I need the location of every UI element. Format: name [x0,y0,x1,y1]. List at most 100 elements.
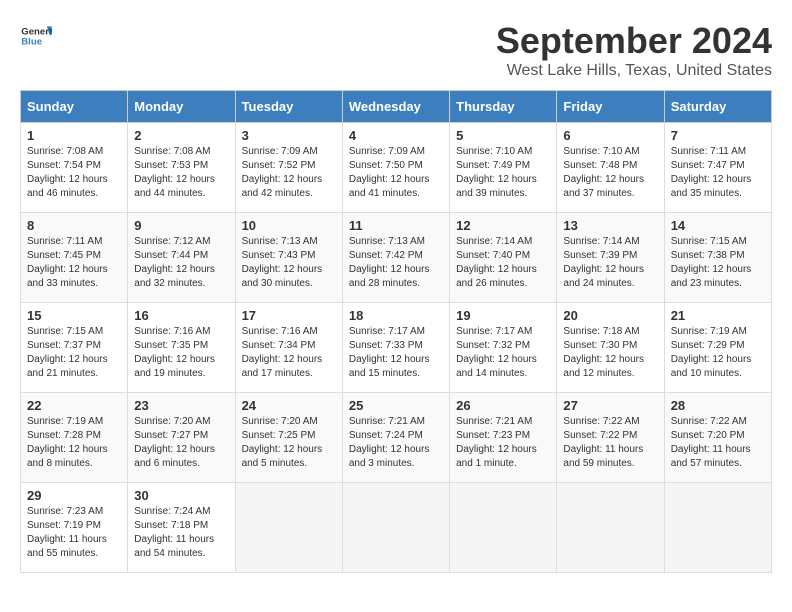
day-info: Sunrise: 7:21 AMSunset: 7:23 PMDaylight:… [456,416,537,469]
day-number: 28 [671,398,765,413]
calendar-cell: 18 Sunrise: 7:17 AMSunset: 7:33 PMDaylig… [342,303,449,393]
day-number: 23 [134,398,228,413]
day-number: 27 [563,398,657,413]
day-info: Sunrise: 7:17 AMSunset: 7:33 PMDaylight:… [349,326,430,379]
day-number: 5 [456,128,550,143]
day-number: 10 [242,218,336,233]
day-number: 11 [349,218,443,233]
day-number: 15 [27,308,121,323]
day-number: 30 [134,488,228,503]
day-info: Sunrise: 7:20 AMSunset: 7:27 PMDaylight:… [134,416,215,469]
calendar-cell [664,483,771,573]
day-info: Sunrise: 7:16 AMSunset: 7:34 PMDaylight:… [242,326,323,379]
day-info: Sunrise: 7:19 AMSunset: 7:29 PMDaylight:… [671,326,752,379]
calendar-cell: 4 Sunrise: 7:09 AMSunset: 7:50 PMDayligh… [342,123,449,213]
day-number: 1 [27,128,121,143]
page-header: General Blue September 2024 West Lake Hi… [20,20,772,80]
day-number: 29 [27,488,121,503]
calendar-cell: 9 Sunrise: 7:12 AMSunset: 7:44 PMDayligh… [128,213,235,303]
calendar-cell: 20 Sunrise: 7:18 AMSunset: 7:30 PMDaylig… [557,303,664,393]
calendar-cell: 14 Sunrise: 7:15 AMSunset: 7:38 PMDaylig… [664,213,771,303]
day-info: Sunrise: 7:11 AMSunset: 7:45 PMDaylight:… [27,236,108,289]
header-wednesday: Wednesday [342,91,449,123]
day-info: Sunrise: 7:15 AMSunset: 7:38 PMDaylight:… [671,236,752,289]
calendar-title: September 2024 [496,20,772,62]
day-info: Sunrise: 7:24 AMSunset: 7:18 PMDaylight:… [134,506,214,559]
day-number: 13 [563,218,657,233]
calendar-cell [235,483,342,573]
calendar-cell: 6 Sunrise: 7:10 AMSunset: 7:48 PMDayligh… [557,123,664,213]
day-info: Sunrise: 7:08 AMSunset: 7:53 PMDaylight:… [134,146,215,199]
header-row: Sunday Monday Tuesday Wednesday Thursday… [21,91,772,123]
day-info: Sunrise: 7:22 AMSunset: 7:22 PMDaylight:… [563,416,643,469]
day-number: 22 [27,398,121,413]
calendar-row-2: 8 Sunrise: 7:11 AMSunset: 7:45 PMDayligh… [21,213,772,303]
day-number: 19 [456,308,550,323]
calendar-cell: 27 Sunrise: 7:22 AMSunset: 7:22 PMDaylig… [557,393,664,483]
calendar-cell: 26 Sunrise: 7:21 AMSunset: 7:23 PMDaylig… [450,393,557,483]
calendar-cell [557,483,664,573]
day-info: Sunrise: 7:18 AMSunset: 7:30 PMDaylight:… [563,326,644,379]
day-info: Sunrise: 7:11 AMSunset: 7:47 PMDaylight:… [671,146,752,199]
day-info: Sunrise: 7:14 AMSunset: 7:39 PMDaylight:… [563,236,644,289]
day-info: Sunrise: 7:16 AMSunset: 7:35 PMDaylight:… [134,326,215,379]
day-number: 25 [349,398,443,413]
calendar-cell: 30 Sunrise: 7:24 AMSunset: 7:18 PMDaylig… [128,483,235,573]
day-info: Sunrise: 7:12 AMSunset: 7:44 PMDaylight:… [134,236,215,289]
header-sunday: Sunday [21,91,128,123]
calendar-cell: 1 Sunrise: 7:08 AMSunset: 7:54 PMDayligh… [21,123,128,213]
day-info: Sunrise: 7:23 AMSunset: 7:19 PMDaylight:… [27,506,107,559]
day-info: Sunrise: 7:10 AMSunset: 7:49 PMDaylight:… [456,146,537,199]
day-info: Sunrise: 7:09 AMSunset: 7:52 PMDaylight:… [242,146,323,199]
calendar-cell: 5 Sunrise: 7:10 AMSunset: 7:49 PMDayligh… [450,123,557,213]
day-info: Sunrise: 7:13 AMSunset: 7:42 PMDaylight:… [349,236,430,289]
day-number: 3 [242,128,336,143]
day-number: 4 [349,128,443,143]
calendar-table: Sunday Monday Tuesday Wednesday Thursday… [20,90,772,573]
calendar-cell: 29 Sunrise: 7:23 AMSunset: 7:19 PMDaylig… [21,483,128,573]
day-info: Sunrise: 7:17 AMSunset: 7:32 PMDaylight:… [456,326,537,379]
day-number: 20 [563,308,657,323]
day-info: Sunrise: 7:13 AMSunset: 7:43 PMDaylight:… [242,236,323,289]
calendar-cell: 11 Sunrise: 7:13 AMSunset: 7:42 PMDaylig… [342,213,449,303]
day-info: Sunrise: 7:21 AMSunset: 7:24 PMDaylight:… [349,416,430,469]
day-number: 17 [242,308,336,323]
calendar-row-5: 29 Sunrise: 7:23 AMSunset: 7:19 PMDaylig… [21,483,772,573]
calendar-cell: 19 Sunrise: 7:17 AMSunset: 7:32 PMDaylig… [450,303,557,393]
calendar-subtitle: West Lake Hills, Texas, United States [496,62,772,80]
logo: General Blue [20,20,52,52]
calendar-cell: 22 Sunrise: 7:19 AMSunset: 7:28 PMDaylig… [21,393,128,483]
calendar-cell: 17 Sunrise: 7:16 AMSunset: 7:34 PMDaylig… [235,303,342,393]
day-number: 14 [671,218,765,233]
day-info: Sunrise: 7:20 AMSunset: 7:25 PMDaylight:… [242,416,323,469]
day-number: 7 [671,128,765,143]
header-friday: Friday [557,91,664,123]
day-number: 18 [349,308,443,323]
day-number: 21 [671,308,765,323]
header-tuesday: Tuesday [235,91,342,123]
calendar-cell: 8 Sunrise: 7:11 AMSunset: 7:45 PMDayligh… [21,213,128,303]
header-monday: Monday [128,91,235,123]
calendar-cell: 2 Sunrise: 7:08 AMSunset: 7:53 PMDayligh… [128,123,235,213]
calendar-cell [450,483,557,573]
day-info: Sunrise: 7:09 AMSunset: 7:50 PMDaylight:… [349,146,430,199]
calendar-cell: 23 Sunrise: 7:20 AMSunset: 7:27 PMDaylig… [128,393,235,483]
calendar-cell: 25 Sunrise: 7:21 AMSunset: 7:24 PMDaylig… [342,393,449,483]
calendar-row-4: 22 Sunrise: 7:19 AMSunset: 7:28 PMDaylig… [21,393,772,483]
calendar-row-1: 1 Sunrise: 7:08 AMSunset: 7:54 PMDayligh… [21,123,772,213]
calendar-cell: 28 Sunrise: 7:22 AMSunset: 7:20 PMDaylig… [664,393,771,483]
day-info: Sunrise: 7:15 AMSunset: 7:37 PMDaylight:… [27,326,108,379]
calendar-cell: 15 Sunrise: 7:15 AMSunset: 7:37 PMDaylig… [21,303,128,393]
logo-icon: General Blue [20,20,52,52]
day-number: 12 [456,218,550,233]
calendar-cell: 10 Sunrise: 7:13 AMSunset: 7:43 PMDaylig… [235,213,342,303]
day-number: 9 [134,218,228,233]
calendar-cell: 21 Sunrise: 7:19 AMSunset: 7:29 PMDaylig… [664,303,771,393]
day-number: 8 [27,218,121,233]
header-saturday: Saturday [664,91,771,123]
calendar-row-3: 15 Sunrise: 7:15 AMSunset: 7:37 PMDaylig… [21,303,772,393]
calendar-cell [342,483,449,573]
title-section: September 2024 West Lake Hills, Texas, U… [496,20,772,80]
calendar-cell: 13 Sunrise: 7:14 AMSunset: 7:39 PMDaylig… [557,213,664,303]
calendar-cell: 12 Sunrise: 7:14 AMSunset: 7:40 PMDaylig… [450,213,557,303]
